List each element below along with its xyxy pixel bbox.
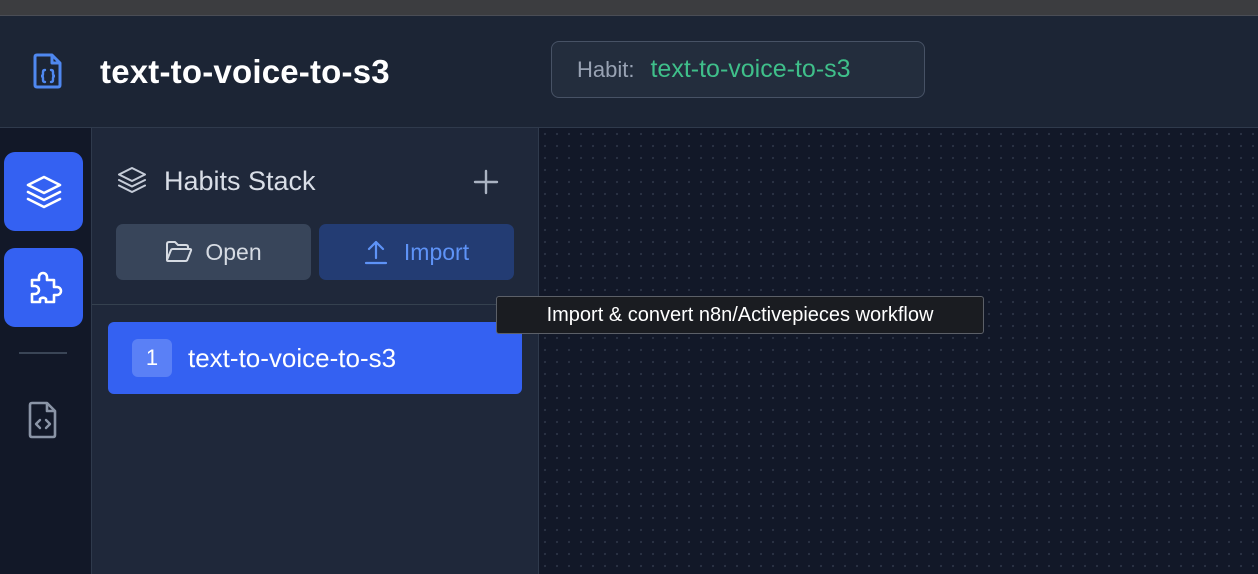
habit-badge: Habit: text-to-voice-to-s3 [551,41,925,98]
panel-divider [92,304,538,305]
add-habit-button[interactable] [472,168,500,196]
open-button-label: Open [205,238,262,265]
habit-name: text-to-voice-to-s3 [188,343,397,373]
header-bar: text-to-voice-to-s3 Habit: text-to-voice… [0,16,1258,128]
habit-list-item[interactable]: 1 text-to-voice-to-s3 [108,322,522,394]
rail-pieces-button[interactable] [4,248,83,327]
puzzle-icon [30,271,62,303]
folder-open-icon [166,241,193,262]
open-button[interactable]: Open [116,224,311,280]
panel-title: Habits Stack [164,166,316,196]
habit-index-badge: 1 [132,339,172,377]
code-file-icon [33,53,62,89]
import-button-label: Import [403,238,470,265]
rail-code-file-button[interactable] [22,398,64,442]
code-file-icon [28,401,57,439]
layers-icon [118,167,146,193]
rail-divider [19,352,67,354]
habit-badge-value: text-to-voice-to-s3 [650,55,851,83]
window-top-strip [0,0,1258,15]
workflow-canvas[interactable] [539,128,1258,574]
upload-icon [364,240,388,265]
page-title: text-to-voice-to-s3 [100,53,390,90]
habits-stack-panel: Habits Stack Open Import 1 text-to-voice… [92,128,539,574]
import-button[interactable]: Import [319,224,514,280]
import-tooltip: Import & convert n8n/Activepieces workfl… [496,296,984,334]
layers-icon [26,175,61,208]
habit-badge-label: Habit: [577,56,635,82]
rail-stack-button[interactable] [4,152,83,231]
sidebar-rail [0,128,92,574]
